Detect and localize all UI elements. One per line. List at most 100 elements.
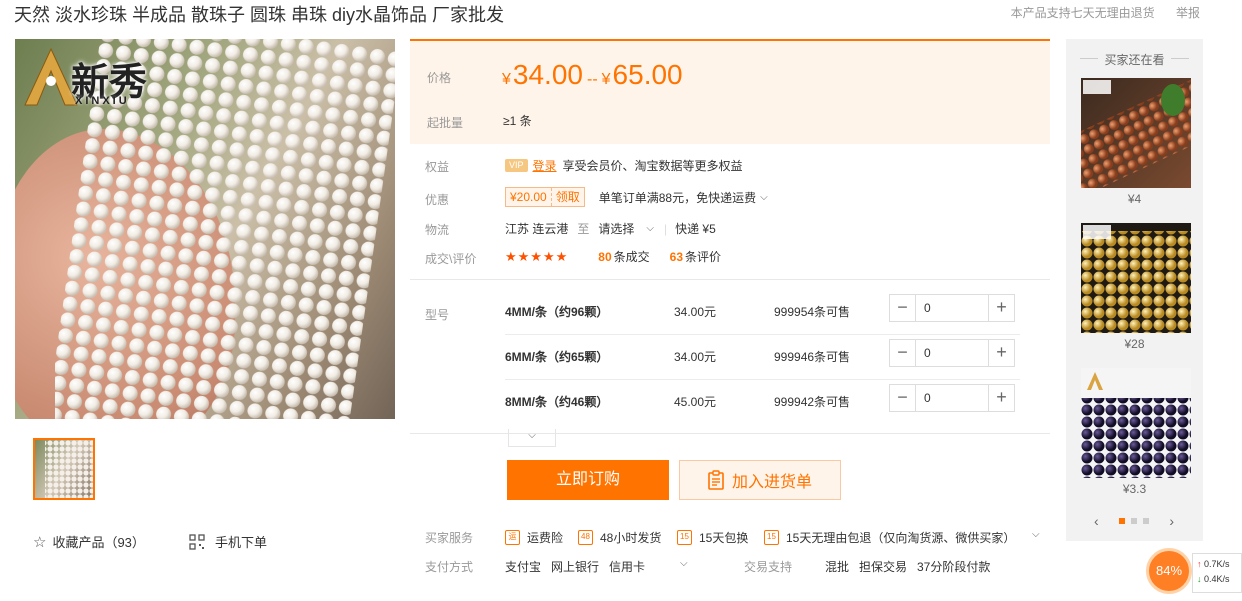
benefits-text: 享受会员价、淘宝数据等更多权益 bbox=[562, 159, 743, 173]
currency-symbol: ¥ bbox=[502, 71, 511, 88]
buy-now-button[interactable]: 立即订购 bbox=[507, 460, 669, 500]
trade-support-items: 混批 担保交易 37分阶段付款 bbox=[825, 560, 991, 574]
trade-support-label: 交易支持 bbox=[744, 560, 793, 574]
deals-label: 条成交 bbox=[613, 250, 650, 264]
price-max: 65.00 bbox=[612, 59, 683, 90]
plus-button[interactable]: + bbox=[988, 295, 1014, 321]
sidebar-pager: ‹ › bbox=[1094, 513, 1174, 529]
sku-stock: 999946条可售 bbox=[774, 350, 851, 364]
service-15d-exchange[interactable]: 15 15天包换 bbox=[677, 529, 748, 546]
service-text: 15天无理由包退（仅向淘货源、微供买家） bbox=[786, 531, 1016, 545]
logistics-row: 江苏 连云港 至 请选择 ⌵ | 快递 ¥5 bbox=[505, 220, 716, 237]
quantity-stepper: − 0 + bbox=[889, 294, 1015, 322]
coupon[interactable]: ¥20.00 领取 bbox=[505, 187, 585, 207]
divider bbox=[410, 433, 1050, 434]
sidebar-product-image[interactable] bbox=[1081, 368, 1191, 478]
free-shipping-text: 单笔订单满88元，免快递运费 bbox=[598, 190, 757, 205]
quantity-stepper: − 0 + bbox=[889, 339, 1015, 367]
arrow-down-icon: ↓ bbox=[1197, 574, 1202, 584]
vip-badge: VIP bbox=[505, 159, 528, 172]
chevron-down-icon: ⌵ bbox=[528, 430, 536, 441]
express-fee: 快递 ¥5 bbox=[675, 222, 716, 236]
service-48h-ship[interactable]: 48 48小时发货 bbox=[578, 529, 661, 546]
pager-dot[interactable] bbox=[1119, 518, 1125, 524]
price-range: ¥34.00 -- ¥65.00 bbox=[502, 59, 683, 91]
speed-widget-badge[interactable]: 84% bbox=[1146, 548, 1192, 594]
chevron-right-icon[interactable]: › bbox=[1169, 513, 1174, 529]
sku-stock: 999942条可售 bbox=[774, 395, 851, 409]
price-panel: 价格 ¥34.00 -- ¥65.00 起批量 ≥1 条 bbox=[410, 39, 1050, 144]
chevron-left-icon[interactable]: ‹ bbox=[1094, 513, 1099, 529]
rating-stars: ★★★★★ bbox=[505, 248, 569, 264]
brand-logo: 新秀 XINXIU bbox=[23, 47, 163, 111]
service-text: 48小时发货 bbox=[600, 531, 662, 545]
copper-beads-image bbox=[1081, 78, 1191, 188]
plus-button[interactable]: + bbox=[988, 340, 1014, 366]
quantity-input[interactable]: 0 bbox=[916, 340, 988, 366]
reviews-label: 成交\评价 bbox=[425, 252, 477, 266]
minus-button[interactable]: − bbox=[890, 295, 916, 321]
qrcode-icon bbox=[189, 533, 205, 550]
chevron-down-icon[interactable]: ⌵ bbox=[680, 558, 688, 569]
plus-button[interactable]: + bbox=[988, 385, 1014, 411]
sku-price: 34.00元 bbox=[674, 305, 717, 319]
sidebar-product-image[interactable] bbox=[1081, 223, 1191, 333]
star-outline-icon: ☆ bbox=[33, 533, 47, 551]
top-links: 本产品支持七天无理由退货 举报 bbox=[993, 4, 1200, 21]
service-15d-return[interactable]: 15 15天无理由包退（仅向淘货源、微供买家） bbox=[764, 529, 1015, 546]
quantity-input[interactable]: 0 bbox=[916, 385, 988, 411]
sidebar-product-image[interactable] bbox=[1081, 78, 1191, 188]
logo-subtext: XINXIU bbox=[75, 95, 130, 107]
clipboard-icon bbox=[708, 470, 724, 490]
currency-symbol: ¥ bbox=[601, 71, 611, 88]
service-text: 15天包换 bbox=[699, 531, 749, 545]
main-product-image[interactable]: 新秀 XINXIU bbox=[15, 39, 395, 419]
sidebar-product-price: ¥28 bbox=[1124, 337, 1145, 351]
chevron-down-icon[interactable]: ⌵ bbox=[1032, 529, 1040, 540]
coupon-get-button[interactable]: 领取 bbox=[552, 188, 584, 206]
price-label: 价格 bbox=[427, 71, 452, 85]
dark-beads-image bbox=[1081, 372, 1191, 478]
min-batch-value: ≥1 条 bbox=[503, 114, 532, 128]
return-policy-note: 本产品支持七天无理由退货 bbox=[1010, 6, 1155, 20]
sku-label: 型号 bbox=[425, 308, 450, 322]
sku-name: 8MM/条（约46颗） bbox=[505, 395, 609, 409]
login-link[interactable]: 登录 bbox=[533, 157, 557, 174]
logistics-label: 物流 bbox=[425, 223, 450, 237]
reviews-row: ★★★★★ 80 条成交 63 条评价 bbox=[505, 248, 721, 265]
destination-select[interactable]: 请选择 bbox=[598, 220, 634, 237]
thumbnail-image[interactable] bbox=[33, 438, 95, 500]
chevron-down-icon[interactable]: ⌵ bbox=[646, 223, 654, 234]
pager-dot[interactable] bbox=[1131, 518, 1137, 524]
services-label: 买家服务 bbox=[425, 531, 474, 545]
add-to-list-label: 加入进货单 bbox=[731, 474, 812, 491]
sku-price: 45.00元 bbox=[674, 395, 717, 409]
sidebar-product-price: ¥3.3 bbox=[1122, 482, 1147, 496]
favorite-button[interactable]: ☆ 收藏产品（93） bbox=[33, 532, 145, 551]
chevron-down-icon[interactable]: ⌵ bbox=[760, 192, 768, 203]
15d-exchange-icon: 15 bbox=[677, 530, 692, 545]
deals-count[interactable]: 80 bbox=[598, 250, 611, 264]
pager-dot[interactable] bbox=[1143, 518, 1149, 524]
citrine-beads-image bbox=[1081, 225, 1191, 333]
minus-button[interactable]: − bbox=[890, 385, 916, 411]
expand-more-button[interactable]: ⌵ bbox=[508, 429, 556, 447]
sku-price: 34.00元 bbox=[674, 350, 717, 364]
service-freight-insurance[interactable]: 运 运费险 bbox=[505, 529, 563, 546]
minus-button[interactable]: − bbox=[890, 340, 916, 366]
quantity-stepper: − 0 + bbox=[889, 384, 1015, 412]
favorite-label: 收藏产品（93） bbox=[52, 535, 145, 550]
48h-ship-icon: 48 bbox=[578, 530, 593, 545]
report-link[interactable]: 举报 bbox=[1176, 6, 1200, 20]
mobile-order-button[interactable]: 手机下单 bbox=[189, 532, 267, 551]
coupon-amount: ¥20.00 bbox=[506, 188, 552, 206]
upload-speed: 0.7K/s bbox=[1204, 559, 1230, 569]
add-to-list-button[interactable]: 加入进货单 bbox=[679, 460, 841, 500]
service-text: 运费险 bbox=[527, 531, 564, 545]
quantity-input[interactable]: 0 bbox=[916, 295, 988, 321]
price-min: 34.00 bbox=[512, 59, 583, 90]
reviews-count-label: 条评价 bbox=[685, 250, 722, 264]
reviews-count[interactable]: 63 bbox=[670, 250, 683, 264]
product-title: 天然 淡水珍珠 半成品 散珠子 圆珠 串珠 diy水晶饰品 厂家批发 bbox=[14, 5, 505, 25]
thumbnail-pearls bbox=[45, 440, 93, 498]
